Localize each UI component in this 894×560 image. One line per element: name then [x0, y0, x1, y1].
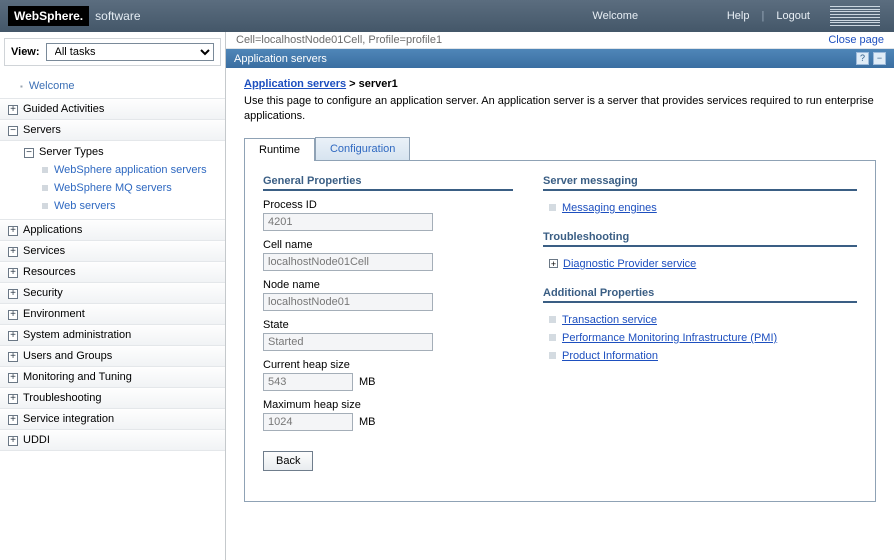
panel-title-bar: Application servers ? − — [226, 49, 894, 68]
nav-web[interactable]: Web servers — [22, 197, 225, 215]
expand-icon[interactable]: + — [8, 105, 18, 115]
unit-mb: MB — [359, 376, 376, 388]
cell-path: Cell=localhostNode01Cell, Profile=profil… — [236, 34, 442, 46]
nav-environment[interactable]: +Environment — [0, 304, 225, 325]
crumb-appservers[interactable]: Application servers — [244, 78, 346, 90]
input-state — [263, 333, 433, 351]
label-max-heap: Maximum heap size — [263, 399, 513, 411]
panel-title: Application servers — [234, 53, 327, 65]
link-messaging-engines[interactable]: Messaging engines — [562, 202, 657, 214]
collapse-icon[interactable]: − — [24, 148, 34, 158]
bullet-icon — [549, 334, 556, 341]
brand-suffix: software — [95, 9, 140, 23]
input-current-heap — [263, 373, 353, 391]
view-label: View: — [11, 46, 40, 58]
link-pmi[interactable]: Performance Monitoring Infrastructure (P… — [562, 332, 777, 344]
label-process-id: Process ID — [263, 199, 513, 211]
minimize-icon[interactable]: − — [873, 52, 886, 65]
expand-icon[interactable]: + — [8, 310, 18, 320]
nav-sysadmin[interactable]: +System administration — [0, 325, 225, 346]
expand-icon[interactable]: + — [8, 331, 18, 341]
sidebar: View: All tasks Welcome +Guided Activiti… — [0, 32, 226, 560]
nav-users[interactable]: +Users and Groups — [0, 346, 225, 367]
tab-pane: General Properties Process ID Cell name … — [244, 161, 876, 502]
ibm-logo — [830, 6, 880, 26]
nav-resources[interactable]: +Resources — [0, 262, 225, 283]
nav-service-integration[interactable]: +Service integration — [0, 409, 225, 430]
label-cell-name: Cell name — [263, 239, 513, 251]
nav-server-types[interactable]: −Server Types — [22, 143, 225, 161]
nav-servers-children: −Server Types WebSphere application serv… — [0, 141, 225, 220]
label-current-heap: Current heap size — [263, 359, 513, 371]
page-description: Use this page to configure an applicatio… — [244, 94, 876, 125]
expand-icon[interactable]: + — [549, 259, 558, 268]
label-node-name: Node name — [263, 279, 513, 291]
section-troubleshooting: Troubleshooting — [543, 231, 857, 247]
expand-icon[interactable]: + — [8, 394, 18, 404]
input-max-heap — [263, 413, 353, 431]
collapse-icon[interactable]: − — [8, 126, 18, 136]
section-general-properties: General Properties — [263, 175, 513, 191]
help-icon[interactable]: ? — [856, 52, 869, 65]
tabs: Runtime Configuration — [244, 137, 876, 161]
crumb-current: server1 — [359, 78, 398, 90]
expand-icon[interactable]: + — [8, 226, 18, 236]
nav-tree: Welcome +Guided Activities −Servers −Ser… — [0, 72, 225, 451]
nav-applications[interactable]: +Applications — [0, 220, 225, 241]
panel: Application servers ? − Application serv… — [226, 49, 894, 522]
nav-services[interactable]: +Services — [0, 241, 225, 262]
nav-uddi[interactable]: +UDDI — [0, 430, 225, 451]
top-logout[interactable]: Logout — [776, 10, 810, 22]
expand-icon[interactable]: + — [8, 268, 18, 278]
expand-icon[interactable]: + — [8, 415, 18, 425]
expand-icon[interactable]: + — [8, 352, 18, 362]
view-row: View: All tasks — [4, 38, 221, 66]
bullet-icon — [42, 185, 48, 191]
section-additional-properties: Additional Properties — [543, 287, 857, 303]
brand: WebSphere. software — [0, 0, 149, 32]
nav-servers[interactable]: −Servers — [0, 120, 225, 141]
link-diagnostic-provider[interactable]: Diagnostic Provider service — [563, 258, 696, 270]
back-button[interactable]: Back — [263, 451, 313, 471]
nav-monitoring[interactable]: +Monitoring and Tuning — [0, 367, 225, 388]
expand-icon[interactable]: + — [8, 289, 18, 299]
link-transaction-service[interactable]: Transaction service — [562, 314, 657, 326]
bullet-icon — [549, 352, 556, 359]
input-node-name — [263, 293, 433, 311]
top-welcome[interactable]: Welcome — [592, 10, 638, 22]
input-process-id — [263, 213, 433, 231]
section-server-messaging: Server messaging — [543, 175, 857, 191]
unit-mb: MB — [359, 416, 376, 428]
expand-icon[interactable]: + — [8, 247, 18, 257]
tab-configuration[interactable]: Configuration — [315, 137, 410, 160]
link-product-info[interactable]: Product Information — [562, 350, 658, 362]
path-row: Cell=localhostNode01Cell, Profile=profil… — [226, 32, 894, 49]
bullet-icon — [42, 167, 48, 173]
expand-icon[interactable]: + — [8, 436, 18, 446]
bullet-icon — [549, 316, 556, 323]
nav-mq[interactable]: WebSphere MQ servers — [22, 179, 225, 197]
input-cell-name — [263, 253, 433, 271]
brand-strong: WebSphere. — [8, 6, 89, 26]
nav-was[interactable]: WebSphere application servers — [22, 161, 225, 179]
bullet-icon — [42, 203, 48, 209]
expand-icon[interactable]: + — [8, 373, 18, 383]
content: Cell=localhostNode01Cell, Profile=profil… — [226, 32, 894, 560]
close-page-link[interactable]: Close page — [828, 34, 884, 46]
nav-guided[interactable]: +Guided Activities — [0, 99, 225, 120]
top-help[interactable]: Help — [727, 10, 750, 22]
bullet-icon — [549, 204, 556, 211]
top-bar: WebSphere. software Welcome Help | Logou… — [0, 0, 894, 32]
nav-welcome[interactable]: Welcome — [0, 74, 225, 99]
top-sep: | — [761, 10, 764, 22]
nav-security[interactable]: +Security — [0, 283, 225, 304]
label-state: State — [263, 319, 513, 331]
breadcrumb: Application servers > server1 — [244, 78, 876, 90]
nav-troubleshooting[interactable]: +Troubleshooting — [0, 388, 225, 409]
tab-runtime[interactable]: Runtime — [244, 138, 315, 161]
view-select[interactable]: All tasks — [46, 43, 214, 61]
